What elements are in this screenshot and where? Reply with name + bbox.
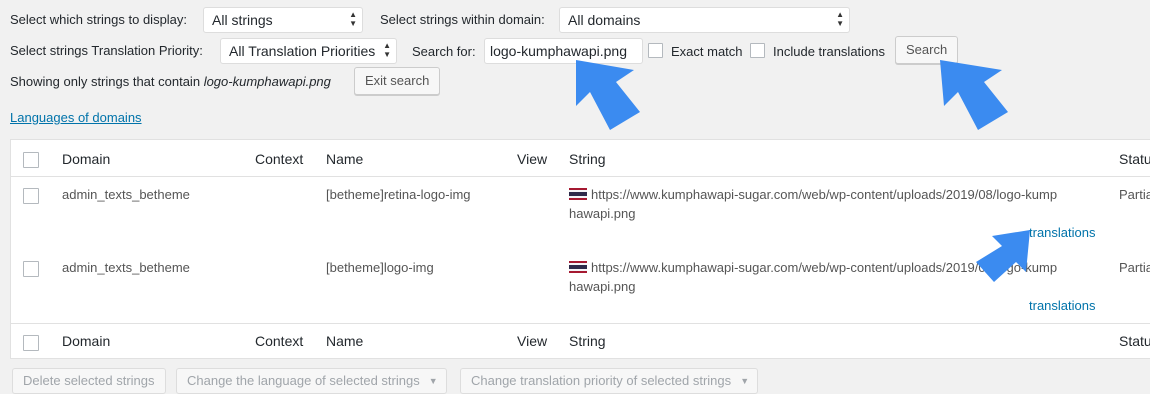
delete-selected-button[interactable]: Delete selected strings xyxy=(12,368,166,394)
blue-arrow-annotation-icon xyxy=(576,60,640,130)
row-string-line1: https://www.kumphawapi-sugar.com/web/wp-… xyxy=(591,187,1058,202)
row-domain: admin_texts_betheme xyxy=(62,187,190,202)
domain-label: Select strings within domain: xyxy=(380,12,545,27)
languages-of-domains-link[interactable]: Languages of domains xyxy=(10,110,142,125)
thailand-flag-icon xyxy=(569,188,587,200)
col-view: View xyxy=(517,333,548,349)
col-domain[interactable]: Domain xyxy=(62,151,110,167)
select-arrows-icon: ▲ ▼ xyxy=(349,10,357,28)
domain-select-value: All domains xyxy=(568,12,641,28)
change-language-label: Change the language of selected strings xyxy=(187,373,420,388)
col-domain[interactable]: Domain xyxy=(62,333,110,349)
col-status: Statu xyxy=(1119,333,1150,349)
select-all-checkbox-footer[interactable] xyxy=(23,335,39,351)
row-string: https://www.kumphawapi-sugar.com/web/wp-… xyxy=(569,187,1057,202)
search-label: Search for: xyxy=(412,44,476,59)
row-status: Partia xyxy=(1119,260,1150,275)
priority-select[interactable]: All Translation Priorities ▲ ▼ xyxy=(220,38,397,64)
dropdown-arrow-icon: ▼ xyxy=(428,376,438,386)
showing-prefix: Showing only strings that contain xyxy=(10,74,201,89)
row-checkbox[interactable] xyxy=(23,188,39,204)
col-name[interactable]: Name xyxy=(326,333,363,349)
priority-select-value: All Translation Priorities xyxy=(229,43,376,59)
display-select[interactable]: All strings ▲ ▼ xyxy=(203,7,363,33)
thailand-flag-icon xyxy=(569,261,587,273)
row-domain: admin_texts_betheme xyxy=(62,260,190,275)
col-string[interactable]: String xyxy=(569,333,606,349)
select-arrows-icon: ▲ ▼ xyxy=(383,41,391,59)
include-translations-checkbox[interactable] xyxy=(750,43,765,58)
select-arrows-icon: ▲ ▼ xyxy=(836,10,844,28)
change-priority-select[interactable]: Change translation priority of selected … xyxy=(460,368,759,394)
row-name: [betheme]retina-logo-img xyxy=(326,187,471,202)
table-footer: Domain Context Name View String Statu xyxy=(11,324,1150,359)
showing-term: logo-kumphawapi.png xyxy=(203,74,331,89)
showing-text: Showing only strings that contain logo-k… xyxy=(10,74,331,89)
exact-match-checkbox[interactable] xyxy=(648,43,663,58)
col-string[interactable]: String xyxy=(569,151,606,167)
display-select-value: All strings xyxy=(212,12,273,28)
translations-link[interactable]: translations xyxy=(1029,298,1095,313)
row-string-line2: hawapi.png xyxy=(569,206,636,221)
display-label: Select which strings to display: xyxy=(10,12,188,27)
col-status: Statu xyxy=(1119,151,1150,167)
exit-search-button[interactable]: Exit search xyxy=(354,67,441,95)
change-language-select[interactable]: Change the language of selected strings … xyxy=(176,368,447,394)
row-name: [betheme]logo-img xyxy=(326,260,434,275)
exact-match-label: Exact match xyxy=(671,44,743,59)
row-checkbox[interactable] xyxy=(23,261,39,277)
blue-arrow-annotation-icon xyxy=(940,60,1008,130)
row-status: Partia xyxy=(1119,187,1150,202)
translations-link[interactable]: translations xyxy=(1029,225,1095,240)
col-context[interactable]: Context xyxy=(255,151,303,167)
col-context[interactable]: Context xyxy=(255,333,303,349)
dropdown-arrow-icon: ▼ xyxy=(740,376,750,386)
blue-arrow-annotation-icon xyxy=(976,230,1030,282)
domain-select[interactable]: All domains ▲ ▼ xyxy=(559,7,850,33)
col-name[interactable]: Name xyxy=(326,151,363,167)
include-translations-label: Include translations xyxy=(773,44,886,59)
priority-label: Select strings Translation Priority: xyxy=(10,43,203,58)
col-view: View xyxy=(517,151,548,167)
table-header: Domain Context Name View String Statu xyxy=(11,140,1150,177)
change-priority-label: Change translation priority of selected … xyxy=(471,373,732,388)
row-string-line2: hawapi.png xyxy=(569,279,636,294)
select-all-checkbox[interactable] xyxy=(23,152,39,168)
